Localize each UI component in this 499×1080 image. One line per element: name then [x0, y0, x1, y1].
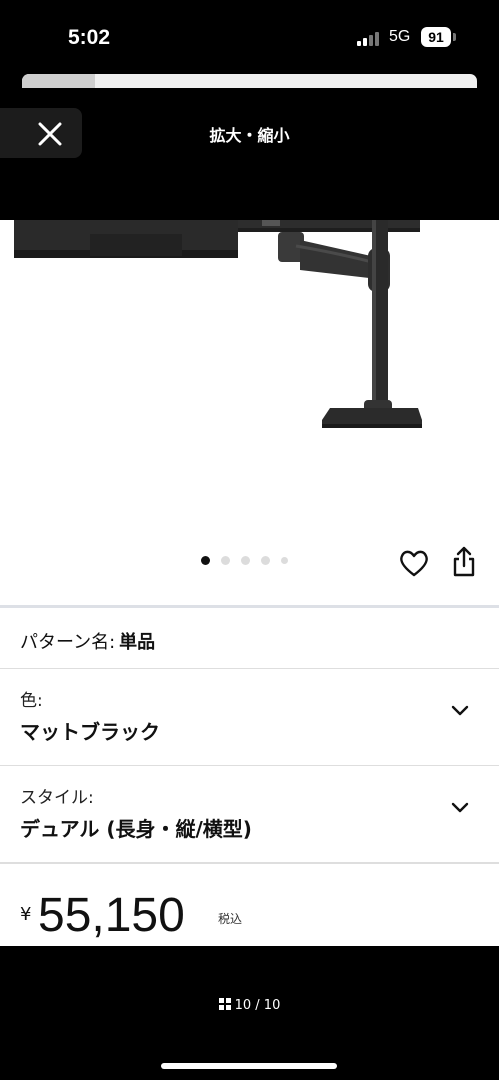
status-time: 5:02	[68, 26, 111, 49]
pattern-label: パターン名:	[20, 632, 116, 653]
style-label: スタイル:	[20, 788, 94, 808]
pattern-value: 単品	[119, 632, 156, 653]
viewer-progress-bar	[22, 74, 477, 88]
color-label: 色:	[20, 691, 43, 711]
battery-tip	[453, 33, 456, 41]
style-selector[interactable]: スタイル: デュアル (長身・縦/横型)	[0, 767, 499, 862]
battery-icon: 91	[421, 27, 451, 47]
gallery-dot[interactable]	[221, 556, 230, 565]
pattern-row: パターン名: 単品	[20, 628, 155, 654]
color-value: マットブラック	[20, 720, 160, 744]
product-image[interactable]	[0, 220, 499, 540]
favorite-button[interactable]	[398, 548, 430, 578]
gallery-dot[interactable]	[281, 557, 288, 564]
row-divider	[0, 765, 499, 766]
home-indicator[interactable]	[161, 1063, 337, 1069]
viewer-title: 拡大・縮小	[209, 126, 290, 145]
chevron-down-icon[interactable]	[451, 705, 469, 717]
network-type: 5G	[389, 28, 411, 45]
share-button[interactable]	[450, 546, 478, 578]
style-value: デュアル (長身・縦/横型)	[20, 817, 252, 841]
gallery-dot[interactable]	[241, 556, 250, 565]
row-divider	[0, 862, 499, 864]
tax-note: 税込	[218, 912, 243, 926]
viewer-progress-fill	[22, 74, 95, 88]
gallery-dot[interactable]	[201, 556, 210, 565]
page-count: 10 / 10	[234, 998, 281, 1013]
gallery-dot[interactable]	[261, 556, 270, 565]
chevron-down-icon[interactable]	[451, 802, 469, 814]
grid-icon	[218, 998, 231, 1010]
heart-icon	[400, 550, 428, 577]
section-divider	[0, 605, 499, 608]
share-icon	[453, 546, 475, 577]
row-divider	[0, 668, 499, 669]
currency-symbol: ¥	[20, 904, 32, 925]
viewer-footer	[0, 946, 499, 1080]
signal-icon	[357, 32, 383, 46]
page-indicator[interactable]: 10 / 10	[0, 998, 499, 1013]
color-selector[interactable]: 色: マットブラック	[0, 670, 499, 765]
price-amount: 55,150	[38, 889, 185, 942]
